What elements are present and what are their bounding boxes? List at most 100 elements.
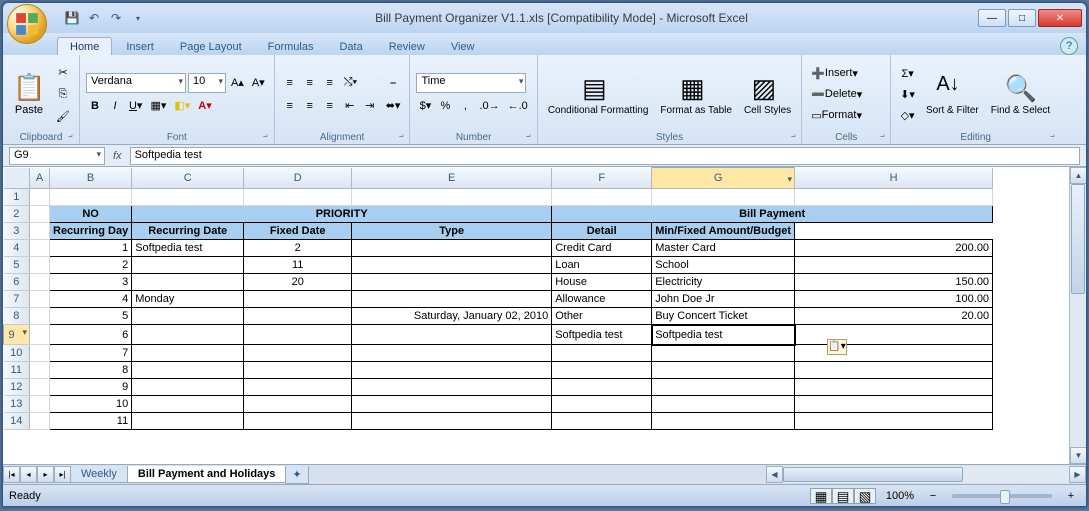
tab-home[interactable]: Home [57, 37, 112, 55]
view-normal-icon[interactable]: ▦ [810, 488, 832, 504]
maximize-button[interactable]: □ [1008, 9, 1036, 27]
paste-label: Paste [15, 104, 43, 116]
new-sheet-icon[interactable]: ✦ [285, 466, 308, 484]
group-editing-label: Editing [897, 131, 1054, 144]
clear-icon[interactable]: ◇▾ [897, 105, 918, 125]
group-font-label: Font [86, 131, 268, 144]
tab-data[interactable]: Data [327, 38, 374, 55]
table-icon: ▦ [680, 73, 712, 105]
autosum-icon[interactable]: Σ▾ [897, 63, 918, 83]
decrease-indent-icon[interactable]: ⇤ [341, 96, 359, 116]
tab-formulas[interactable]: Formulas [256, 38, 326, 55]
increase-indent-icon[interactable]: ⇥ [361, 96, 379, 116]
zoom-level[interactable]: 100% [886, 490, 914, 502]
fill-color-button[interactable]: ◧▾ [171, 96, 193, 116]
fx-icon[interactable]: fx [113, 150, 122, 162]
tab-review[interactable]: Review [377, 38, 437, 55]
align-left-icon[interactable]: ≡ [281, 96, 299, 116]
spreadsheet-grid[interactable]: ABCDEFGH12NOPRIORITYBill Payment3Recurri… [3, 167, 993, 430]
sheet-nav-prev[interactable]: ◂ [20, 466, 37, 483]
border-button[interactable]: ▦▾ [147, 96, 169, 116]
align-top-icon[interactable]: ≡ [281, 73, 299, 93]
view-pagebreak-icon[interactable]: ▧ [854, 488, 876, 504]
group-clipboard-label: Clipboard [9, 131, 73, 144]
tab-insert[interactable]: Insert [114, 38, 166, 55]
sort-icon: A↓ [936, 73, 968, 105]
group-number-label: Number [416, 131, 530, 144]
tab-view[interactable]: View [439, 38, 487, 55]
view-layout-icon[interactable]: ▤ [832, 488, 854, 504]
sheet-tab-bill-payment[interactable]: Bill Payment and Holidays [127, 466, 287, 483]
cell-styles-icon: ▨ [752, 73, 784, 105]
group-cells-label: Cells [808, 131, 884, 144]
decrease-font-icon[interactable]: A▾ [249, 73, 268, 93]
align-middle-icon[interactable]: ≡ [301, 73, 319, 93]
group-alignment-label: Alignment [281, 131, 404, 144]
paste-options-smarttag[interactable]: 📋▾ [827, 339, 847, 355]
delete-cells-button[interactable]: ➖ Delete ▾ [808, 84, 884, 104]
insert-cells-button[interactable]: ➕ Insert ▾ [808, 63, 884, 83]
conditional-formatting-button[interactable]: ▤Conditional Formatting [544, 71, 653, 118]
number-format-select[interactable]: Time [416, 73, 526, 93]
format-cells-button[interactable]: ▭ Format ▾ [808, 105, 884, 125]
qat-more-icon[interactable]: ▾ [129, 9, 147, 27]
font-color-button[interactable]: A▾ [195, 96, 214, 116]
sort-filter-button[interactable]: A↓Sort & Filter [922, 71, 983, 118]
italic-button[interactable]: I [106, 96, 124, 116]
increase-decimal-icon[interactable]: .0→ [476, 96, 502, 116]
format-as-table-button[interactable]: ▦Format as Table [656, 71, 736, 118]
cell-styles-button[interactable]: ▨Cell Styles [740, 71, 795, 118]
bold-button[interactable]: B [86, 96, 104, 116]
sheet-nav-last[interactable]: ▸| [54, 466, 71, 483]
ribbon-tabs: Home Insert Page Layout Formulas Data Re… [3, 33, 1086, 55]
save-icon[interactable]: 💾 [63, 9, 81, 27]
merge-center-button[interactable]: ⬌▾ [383, 95, 404, 115]
scroll-down-icon[interactable]: ▼ [1070, 447, 1086, 464]
currency-icon[interactable]: $▾ [416, 96, 434, 116]
cut-icon[interactable]: ✂ [53, 62, 73, 82]
close-button[interactable]: ✕ [1038, 9, 1082, 27]
orientation-icon[interactable]: ⤭▾ [341, 73, 360, 93]
find-icon: 🔍 [1004, 73, 1036, 105]
conditional-formatting-icon: ▤ [582, 73, 614, 105]
paste-button[interactable]: 📋 Paste [9, 70, 49, 118]
formula-bar[interactable]: Softpedia test [130, 147, 1080, 165]
font-name-select[interactable]: Verdana [86, 73, 186, 93]
increase-font-icon[interactable]: A▴ [228, 73, 247, 93]
underline-button[interactable]: U▾ [126, 96, 145, 116]
format-painter-icon[interactable]: 🖌 [53, 106, 73, 126]
clipboard-icon: 📋 [13, 72, 45, 104]
scroll-left-icon[interactable]: ◀ [766, 466, 783, 483]
align-bottom-icon[interactable]: ≡ [321, 73, 339, 93]
redo-icon[interactable]: ↷ [107, 9, 125, 27]
align-right-icon[interactable]: ≡ [321, 96, 339, 116]
window-title: Bill Payment Organizer V1.1.xls [Compati… [147, 11, 976, 25]
status-ready: Ready [9, 490, 41, 502]
undo-icon[interactable]: ↶ [85, 9, 103, 27]
decrease-decimal-icon[interactable]: ←.0 [505, 96, 531, 116]
help-icon[interactable]: ? [1060, 37, 1078, 55]
vertical-scrollbar[interactable]: ▲ ▼ [1069, 167, 1086, 464]
wrap-text-button[interactable]: ⎯ [383, 73, 404, 93]
name-box[interactable]: G9 [9, 147, 105, 165]
ribbon: 📋 Paste ✂ ⎘ 🖌 Clipboard Verdana 10 A▴ A▾… [3, 55, 1086, 145]
align-center-icon[interactable]: ≡ [301, 96, 319, 116]
zoom-slider[interactable] [952, 494, 1052, 498]
group-styles-label: Styles [544, 131, 795, 144]
percent-icon[interactable]: % [436, 96, 454, 116]
zoom-in-icon[interactable]: + [1062, 486, 1080, 506]
scroll-right-icon[interactable]: ▶ [1069, 466, 1086, 483]
zoom-out-icon[interactable]: − [924, 486, 942, 506]
scroll-up-icon[interactable]: ▲ [1070, 167, 1086, 184]
fill-icon[interactable]: ⬇▾ [897, 84, 918, 104]
office-button[interactable] [7, 4, 47, 44]
find-select-button[interactable]: 🔍Find & Select [987, 71, 1054, 118]
comma-icon[interactable]: , [456, 96, 474, 116]
minimize-button[interactable]: — [978, 9, 1006, 27]
sheet-tab-weekly[interactable]: Weekly [70, 466, 128, 483]
sheet-nav-next[interactable]: ▸ [37, 466, 54, 483]
copy-icon[interactable]: ⎘ [53, 84, 73, 104]
sheet-nav-first[interactable]: |◂ [3, 466, 20, 483]
tab-page-layout[interactable]: Page Layout [168, 38, 254, 55]
font-size-select[interactable]: 10 [188, 73, 226, 93]
